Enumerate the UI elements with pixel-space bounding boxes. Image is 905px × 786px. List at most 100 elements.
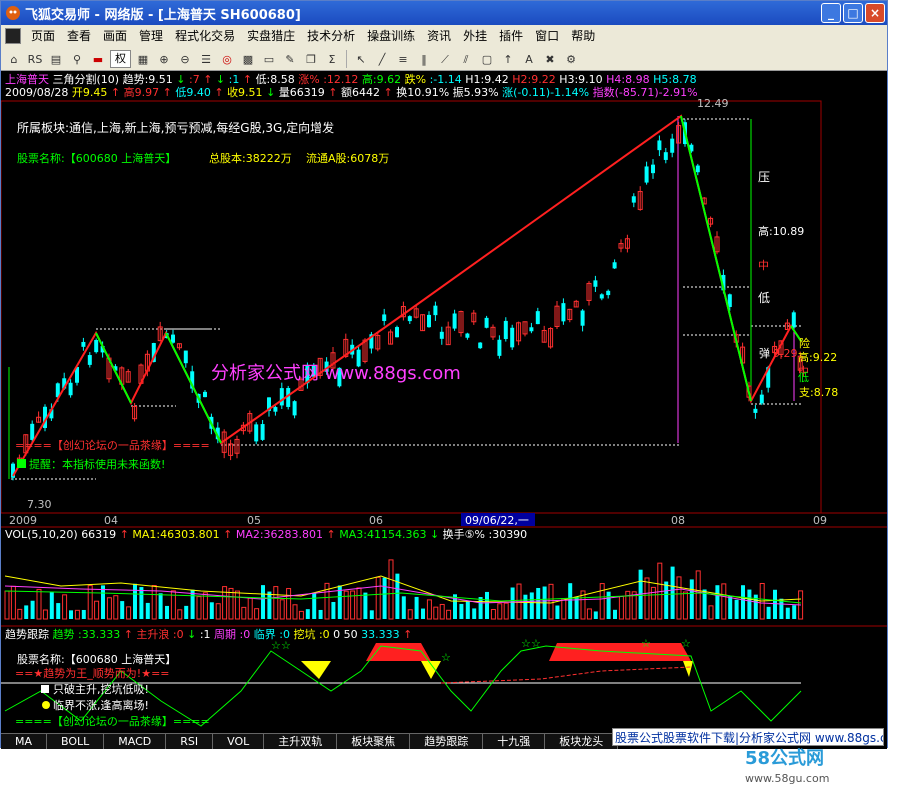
volume-bar-down xyxy=(529,592,534,619)
tab-sector-leader[interactable]: 板块龙头 xyxy=(545,733,619,749)
menu-view[interactable]: 查看 xyxy=(61,25,97,47)
candle-body-down xyxy=(631,196,636,203)
trend-header-item-5: :0 xyxy=(173,628,187,641)
line-tool-icon[interactable]: ╱ xyxy=(373,49,391,68)
zoom-out-icon[interactable]: ⊖ xyxy=(176,49,194,68)
volume-bar-up xyxy=(36,588,42,620)
candle-body-down xyxy=(68,382,73,396)
chart-icon[interactable]: ▦ xyxy=(134,49,152,68)
info2-item-13: 换10.91% xyxy=(396,85,452,99)
cursor-icon[interactable]: ↖ xyxy=(352,49,370,68)
rect-tool-icon[interactable]: ▢ xyxy=(478,49,496,68)
info2-item-0: 2009/08/28 xyxy=(5,86,72,99)
list-icon[interactable]: ☰ xyxy=(197,49,215,68)
menu-page[interactable]: 页面 xyxy=(25,25,61,47)
search-icon[interactable]: ⚲ xyxy=(68,49,86,68)
volume-bar-down xyxy=(49,592,54,619)
info1-item-0: 上海普天 xyxy=(5,72,53,86)
app-menu-icon[interactable] xyxy=(5,28,21,44)
menu-manage[interactable]: 管理 xyxy=(133,25,169,47)
x-axis-label: 2009 xyxy=(9,514,37,527)
candle-body-down xyxy=(663,152,668,160)
minimize-button[interactable]: _ xyxy=(821,3,841,23)
menu-hunting[interactable]: 实盘猎庄 xyxy=(241,25,301,47)
volume-bar-up xyxy=(42,609,48,620)
minus-icon[interactable]: ▬ xyxy=(89,49,107,68)
candle-body-down xyxy=(407,316,412,322)
weight-select[interactable]: 权 xyxy=(110,49,131,68)
menu-tech-analysis[interactable]: 技术分析 xyxy=(301,25,361,47)
chart-canvas[interactable]: 上海普天 三角分割(10) 趋势:9.51 ↓ :7 ↑ ↓ :1 ↑ 低:8.… xyxy=(1,71,887,749)
candle-body-down xyxy=(273,407,278,412)
volume-bar-up xyxy=(113,595,119,620)
info2-item-3: 高9.97 xyxy=(124,85,163,99)
menu-training[interactable]: 操盘训练 xyxy=(361,25,421,47)
x-axis-label: 05 xyxy=(247,514,261,527)
total-shares-text: 总股本:38222万 xyxy=(209,151,292,165)
tab-sector-focus[interactable]: 板块聚焦 xyxy=(337,733,411,749)
volume-bar-up xyxy=(292,604,298,620)
tab-main-rise[interactable]: 主升双轨 xyxy=(264,733,338,749)
tab-boll[interactable]: BOLL xyxy=(47,733,105,749)
menu-screen[interactable]: 画面 xyxy=(97,25,133,47)
trend-forum: ====【创幻论坛の一品茶缘】==== xyxy=(15,714,210,728)
volume-bar-down xyxy=(69,610,73,619)
fan-tool-icon[interactable]: ⟋ xyxy=(436,49,454,68)
volume-bar-up xyxy=(234,590,240,620)
copy-icon[interactable]: ❐ xyxy=(302,49,320,68)
rs-icon[interactable]: RS xyxy=(26,49,44,68)
tab-trend-tracking[interactable]: 趋势跟踪 xyxy=(410,733,484,749)
tab-ma[interactable]: MA xyxy=(1,733,48,749)
risk-label: 险 xyxy=(799,336,810,350)
candle-body-down xyxy=(497,339,502,356)
volume-bar-up xyxy=(279,599,285,620)
forum-text: ====【创幻论坛の一品茶缘】==== xyxy=(15,438,210,452)
volume-bar-down xyxy=(30,600,35,619)
vol-header-item-7: MA3:41154.363 xyxy=(339,528,430,541)
tab-rsi[interactable]: RSI xyxy=(166,733,214,749)
volume-bar-down xyxy=(606,591,611,619)
trend-header-item-8: 周期 xyxy=(214,628,240,641)
delete-tool-icon[interactable]: ✖ xyxy=(541,49,559,68)
pen-icon[interactable]: ✎ xyxy=(281,49,299,68)
close-button[interactable]: × xyxy=(865,3,885,23)
target-icon[interactable]: ◎ xyxy=(218,49,236,68)
watermark-text: 分析家公式网 www.88gs.com xyxy=(211,363,461,384)
arrow-tool-icon[interactable]: ↑ xyxy=(499,49,517,68)
settings-icon[interactable]: ⚙ xyxy=(562,49,580,68)
trend-legend-1: 只破主升,挖坑低吸! xyxy=(53,682,149,696)
tab-vol[interactable]: VOL xyxy=(213,733,265,749)
tab-nineteen[interactable]: 十九强 xyxy=(483,733,546,749)
title-bar[interactable]: 飞狐交易师 - 网络版 - [上海普天 SH600680] _ □ × xyxy=(1,1,887,25)
menu-addons[interactable]: 外挂 xyxy=(457,25,493,47)
info2-item-1: 开9.45 xyxy=(72,86,111,99)
f10-icon[interactable]: ▤ xyxy=(47,49,65,68)
volume-bar-down xyxy=(414,596,419,619)
pressure-label: 压 xyxy=(758,170,770,184)
menu-news[interactable]: 资讯 xyxy=(421,25,457,47)
menu-help[interactable]: 帮助 xyxy=(565,25,601,47)
high-level-label: 高:10.89 xyxy=(758,224,804,238)
info1-item-8: ↑ xyxy=(243,73,256,86)
maximize-button[interactable]: □ xyxy=(843,3,863,23)
vline-tool-icon[interactable]: ‖ xyxy=(415,49,433,68)
volume-header: VOL(5,10,20) 66319 ↑ MA1:46303.801 ↑ MA2… xyxy=(5,527,527,541)
candle-body-down xyxy=(670,138,675,153)
volume-bar-down xyxy=(318,609,323,619)
home-icon[interactable]: ⌂ xyxy=(5,49,23,68)
tab-macd[interactable]: MACD xyxy=(104,733,167,749)
sum-icon[interactable]: Σ xyxy=(323,49,341,68)
info2-item-15: 涨(-0.11)-1.14% xyxy=(502,86,592,99)
channel-tool-icon[interactable]: ⫽ xyxy=(457,49,475,68)
chart-area[interactable]: 上海普天 三角分割(10) 趋势:9.51 ↓ :7 ↑ ↓ :1 ↑ 低:8.… xyxy=(1,71,887,749)
menu-program-trading[interactable]: 程式化交易 xyxy=(169,25,241,47)
volume-bar-up xyxy=(388,559,394,620)
menu-window[interactable]: 窗口 xyxy=(529,25,565,47)
trend-yellow-block xyxy=(301,661,331,679)
window-icon[interactable]: ▭ xyxy=(260,49,278,68)
grid-icon[interactable]: ▩ xyxy=(239,49,257,68)
hline-tool-icon[interactable]: ≡ xyxy=(394,49,412,68)
zoom-in-icon[interactable]: ⊕ xyxy=(155,49,173,68)
menu-plugins[interactable]: 插件 xyxy=(493,25,529,47)
text-tool-icon[interactable]: A xyxy=(520,49,538,68)
